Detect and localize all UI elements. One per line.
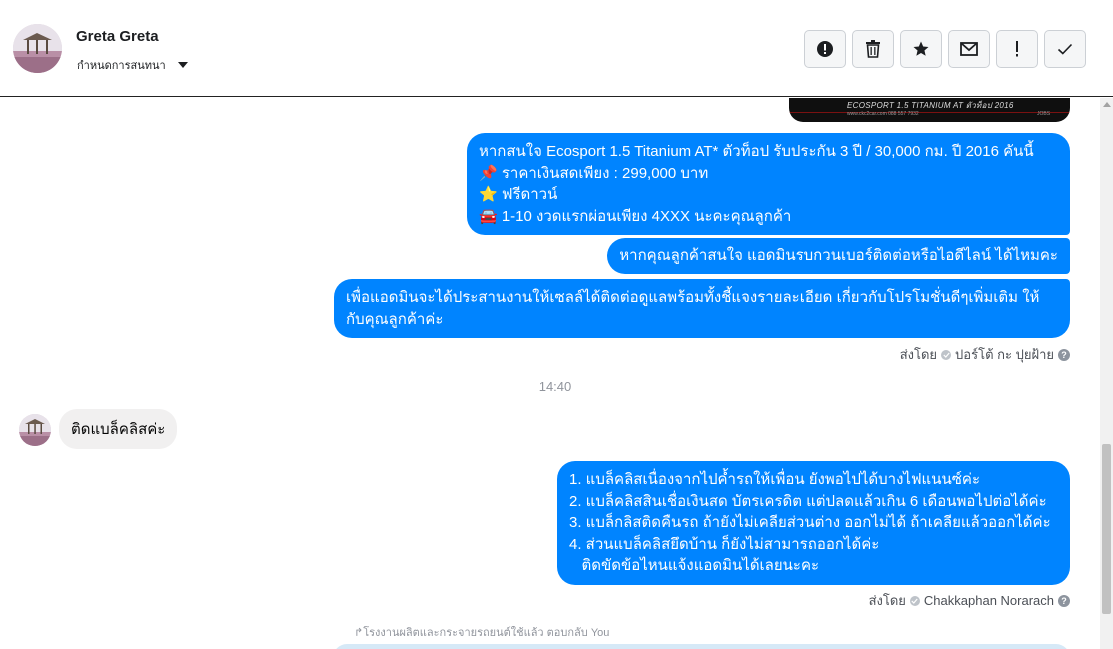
- outgoing-message[interactable]: เพื่อแอดมินจะได้ประสานงานให้เซลล์ได้ติดต…: [334, 279, 1070, 338]
- conversation-toolbar: [804, 30, 1086, 68]
- sender-name[interactable]: Chakkaphan Norarach: [924, 593, 1054, 608]
- image-small-text: www.ckc2car.com 088 557 7932: [847, 111, 919, 117]
- mark-unread-button[interactable]: [948, 30, 990, 68]
- conversation-header: Greta Greta กำหนดการสนทนา: [0, 0, 1113, 97]
- sent-by-prefix: ส่งโดย: [868, 593, 906, 608]
- message-thread[interactable]: ECOSPORT 1.5 TITANIUM AT ตัวท็อป 2016 ww…: [0, 98, 1100, 649]
- reply-message-preview[interactable]: [333, 644, 1070, 649]
- outgoing-message[interactable]: หากคุณลูกค้าสนใจ แอดมินรบกวนเบอร์ติดต่อห…: [607, 238, 1070, 274]
- contact-avatar-small[interactable]: [19, 414, 51, 446]
- caret-down-icon: [177, 62, 188, 68]
- message-line: 📌 ราคาเงินสดเพียง : 299,000 บาท: [479, 164, 709, 182]
- assign-label: กำหนดการสนทนา: [77, 60, 166, 72]
- message-line: 🚘 1-10 งวดแรกผ่อนเพียง 4XXX นะคะคุณลูกค้…: [479, 207, 792, 225]
- check-icon: [1057, 43, 1073, 55]
- message-line: หากสนใจ Ecosport 1.5 Titanium AT* ตัวท็อ…: [479, 143, 1034, 160]
- message-line: ติดขัดข้อไหนแจ้งแอดมินได้เลยนะคะ: [569, 557, 820, 574]
- mark-done-button[interactable]: [1044, 30, 1086, 68]
- message-text: เพื่อแอดมินจะได้ประสานงานให้เซลล์ได้ติดต…: [346, 289, 1040, 328]
- star-icon: [913, 41, 929, 56]
- message-line: หากคุณลูกค้าสนใจ แอดมินรบกวนเบอร์ติดต่อห…: [619, 247, 1058, 264]
- exclamation-icon: [1016, 41, 1018, 57]
- sender-name[interactable]: ปอร์โต้ กะ ปุยฝ้าย: [955, 344, 1054, 365]
- contact-avatar[interactable]: [13, 24, 62, 73]
- reply-context-note: ↱โรงงานผลิตและกระจายรถยนต์ใช้แล้ว ตอบกลั…: [354, 627, 610, 639]
- image-corner-text: JOBS: [1037, 111, 1051, 117]
- delete-button[interactable]: [852, 30, 894, 68]
- verified-icon: [941, 349, 952, 360]
- outgoing-message[interactable]: หากสนใจ Ecosport 1.5 Titanium AT* ตัวท็อ…: [467, 133, 1070, 235]
- follow-up-button[interactable]: [996, 30, 1038, 68]
- incoming-message[interactable]: ติดแบล็คลิสค่ะ: [59, 409, 178, 449]
- star-button[interactable]: [900, 30, 942, 68]
- attached-car-image[interactable]: ECOSPORT 1.5 TITANIUM AT ตัวท็อป 2016 ww…: [789, 98, 1070, 122]
- trash-icon: [866, 40, 880, 58]
- envelope-icon: [960, 42, 978, 56]
- spam-button[interactable]: [804, 30, 846, 68]
- sent-by-label: ส่งโดย ปอร์โต้ กะ ปุยฝ้าย ?: [900, 344, 1070, 365]
- assign-conversation-dropdown[interactable]: กำหนดการสนทนา: [77, 56, 188, 74]
- scrollbar-thumb[interactable]: [1102, 444, 1111, 614]
- help-icon[interactable]: ?: [1058, 594, 1070, 607]
- message-line: 3. แบล็กลิสติดคืนรถ ถ้ายังไม่เคลียส่วนต่…: [569, 514, 1051, 531]
- help-icon[interactable]: ?: [1058, 348, 1070, 361]
- sent-by-label: ส่งโดย Chakkaphan Norarach ?: [869, 590, 1070, 611]
- alert-circle-icon: [817, 41, 833, 57]
- message-line: ⭐ ฟรีดาวน์: [479, 186, 558, 203]
- scroll-up-arrow-icon[interactable]: [1103, 102, 1111, 107]
- outgoing-message[interactable]: 1. แบล็คลิสเนื่องจากไปค้ำรถให้เพื่อน ยัง…: [557, 461, 1070, 585]
- message-line: 4. ส่วนแบล็คลิสยึดบ้าน ก็ยังไม่สามารถออก…: [569, 535, 880, 553]
- sent-by-prefix: ส่งโดย: [899, 347, 938, 362]
- message-timestamp: 14:40: [538, 379, 572, 394]
- verified-icon: [909, 595, 920, 606]
- contact-name[interactable]: Greta Greta: [76, 28, 159, 45]
- thread-scrollbar[interactable]: [1100, 98, 1113, 649]
- message-line: 1. แบล็คลิสเนื่องจากไปค้ำรถให้เพื่อน ยัง…: [569, 471, 981, 488]
- message-line: 2. แบล็คลิสสินเชื่อเงินสด บัตรเครดิต แต่…: [569, 492, 1047, 510]
